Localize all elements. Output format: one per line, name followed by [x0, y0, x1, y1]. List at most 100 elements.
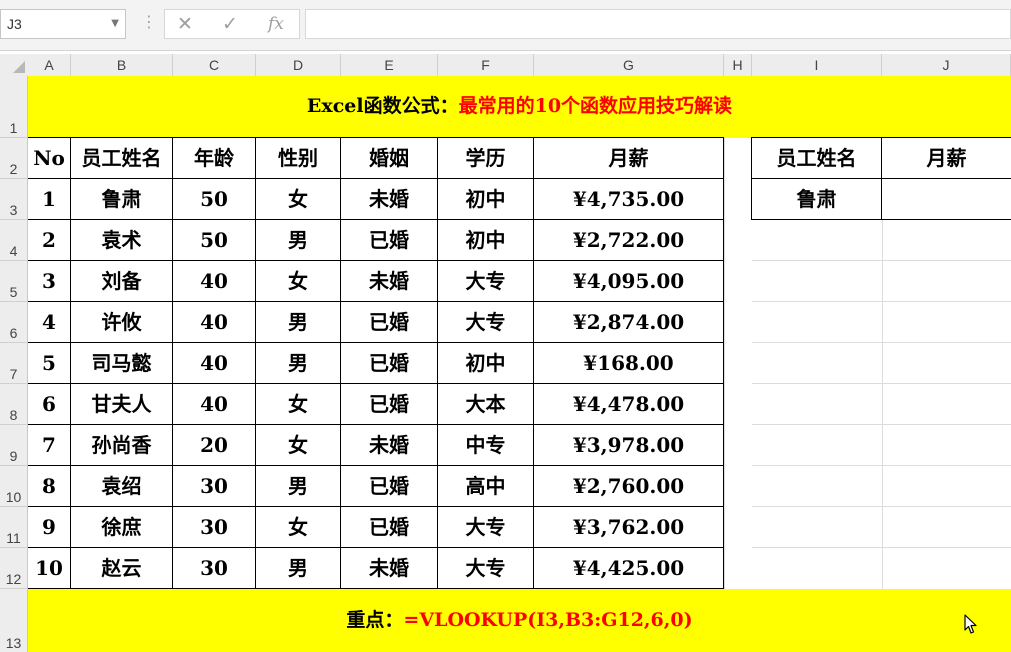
- cell-name[interactable]: 刘备: [71, 261, 172, 302]
- cell-education[interactable]: 大本: [438, 384, 533, 425]
- header-cell-gender[interactable]: 性别: [256, 138, 340, 179]
- name-box[interactable]: J3 ▼: [0, 9, 126, 39]
- cell-no[interactable]: 6: [28, 384, 70, 425]
- cell-marriage[interactable]: 未婚: [341, 425, 437, 466]
- cell-gender[interactable]: 男: [256, 302, 340, 343]
- cell-gender[interactable]: 女: [256, 261, 340, 302]
- cell-age[interactable]: 40: [173, 302, 255, 343]
- row-header-5[interactable]: 5: [0, 261, 27, 302]
- lookup-salary-cell[interactable]: [882, 179, 1011, 220]
- column-header-g[interactable]: G: [534, 54, 724, 76]
- drag-handle-icon[interactable]: ⋮: [141, 13, 157, 31]
- cell-gender[interactable]: 男: [256, 466, 340, 507]
- formula-input[interactable]: [305, 9, 1011, 39]
- cell-education[interactable]: 中专: [438, 425, 533, 466]
- cell-education[interactable]: 初中: [438, 343, 533, 384]
- cell-name[interactable]: 鲁肃: [71, 179, 172, 220]
- cell-gender[interactable]: 女: [256, 425, 340, 466]
- insert-function-icon[interactable]: fx: [268, 13, 284, 35]
- cell-no[interactable]: 2: [28, 220, 70, 261]
- column-header-c[interactable]: C: [173, 54, 256, 76]
- cell-name[interactable]: 许攸: [71, 302, 172, 343]
- header-cell-marriage[interactable]: 婚姻: [341, 138, 437, 179]
- column-header-d[interactable]: D: [256, 54, 341, 76]
- column-header-a[interactable]: A: [28, 54, 71, 76]
- cell-education[interactable]: 初中: [438, 179, 533, 220]
- header-cell-no[interactable]: No: [28, 138, 70, 179]
- cell-salary[interactable]: ¥3,762.00: [534, 507, 723, 548]
- cell-age[interactable]: 40: [173, 261, 255, 302]
- cell-salary[interactable]: ¥3,978.00: [534, 425, 723, 466]
- cell-age[interactable]: 30: [173, 548, 255, 589]
- row-header-9[interactable]: 9: [0, 425, 27, 466]
- cell-marriage[interactable]: 未婚: [341, 179, 437, 220]
- column-header-h[interactable]: H: [724, 54, 752, 76]
- cell-no[interactable]: 3: [28, 261, 70, 302]
- cancel-icon[interactable]: ✕: [177, 13, 193, 35]
- cell-no[interactable]: 1: [28, 179, 70, 220]
- header-cell-age[interactable]: 年龄: [173, 138, 255, 179]
- cell-age[interactable]: 40: [173, 343, 255, 384]
- cell-marriage[interactable]: 已婚: [341, 384, 437, 425]
- chevron-down-icon[interactable]: ▼: [111, 18, 119, 29]
- cell-salary[interactable]: ¥4,478.00: [534, 384, 723, 425]
- enter-icon[interactable]: ✓: [222, 13, 238, 35]
- cell-name[interactable]: 袁术: [71, 220, 172, 261]
- cell-gender[interactable]: 男: [256, 343, 340, 384]
- cell-salary[interactable]: ¥2,874.00: [534, 302, 723, 343]
- cell-gender[interactable]: 女: [256, 384, 340, 425]
- select-all-button[interactable]: [0, 54, 28, 76]
- cell-gender[interactable]: 女: [256, 179, 340, 220]
- cell-salary[interactable]: ¥4,425.00: [534, 548, 723, 589]
- cell-marriage[interactable]: 已婚: [341, 507, 437, 548]
- row-header-13[interactable]: 13: [0, 589, 27, 652]
- lookup-header-name[interactable]: 员工姓名: [752, 138, 881, 179]
- cell-salary[interactable]: ¥4,095.00: [534, 261, 723, 302]
- cell-no[interactable]: 5: [28, 343, 70, 384]
- cell-marriage[interactable]: 未婚: [341, 261, 437, 302]
- cell-education[interactable]: 大专: [438, 507, 533, 548]
- header-cell-name[interactable]: 员工姓名: [71, 138, 172, 179]
- cell-salary[interactable]: ¥2,760.00: [534, 466, 723, 507]
- cell-age[interactable]: 40: [173, 384, 255, 425]
- cell-marriage[interactable]: 已婚: [341, 302, 437, 343]
- cell-age[interactable]: 20: [173, 425, 255, 466]
- cell-name[interactable]: 司马懿: [71, 343, 172, 384]
- cell-no[interactable]: 10: [28, 548, 70, 589]
- cell-age[interactable]: 50: [173, 179, 255, 220]
- row-header-4[interactable]: 4: [0, 220, 27, 261]
- cell-salary[interactable]: ¥2,722.00: [534, 220, 723, 261]
- row-header-1[interactable]: 1: [0, 76, 27, 138]
- cell-no[interactable]: 8: [28, 466, 70, 507]
- row-header-7[interactable]: 7: [0, 343, 27, 384]
- row-header-6[interactable]: 6: [0, 302, 27, 343]
- cell-marriage[interactable]: 未婚: [341, 548, 437, 589]
- cell-name[interactable]: 袁绍: [71, 466, 172, 507]
- lookup-name-cell[interactable]: 鲁肃: [752, 179, 881, 220]
- lookup-header-salary[interactable]: 月薪: [882, 138, 1011, 179]
- cell-age[interactable]: 50: [173, 220, 255, 261]
- cell-name[interactable]: 甘夫人: [71, 384, 172, 425]
- cell-age[interactable]: 30: [173, 507, 255, 548]
- cell-salary[interactable]: ¥168.00: [534, 343, 723, 384]
- cell-no[interactable]: 7: [28, 425, 70, 466]
- cell-gender[interactable]: 女: [256, 507, 340, 548]
- row-header-11[interactable]: 11: [0, 507, 27, 548]
- cell-marriage[interactable]: 已婚: [341, 220, 437, 261]
- row-header-8[interactable]: 8: [0, 384, 27, 425]
- column-header-b[interactable]: B: [71, 54, 173, 76]
- cell-education[interactable]: 高中: [438, 466, 533, 507]
- cell-education[interactable]: 大专: [438, 261, 533, 302]
- cell-name[interactable]: 孙尚香: [71, 425, 172, 466]
- cell-marriage[interactable]: 已婚: [341, 466, 437, 507]
- column-header-e[interactable]: E: [341, 54, 438, 76]
- cell-age[interactable]: 30: [173, 466, 255, 507]
- cell-name[interactable]: 徐庶: [71, 507, 172, 548]
- cell-marriage[interactable]: 已婚: [341, 343, 437, 384]
- cell-education[interactable]: 大专: [438, 302, 533, 343]
- row-header-12[interactable]: 12: [0, 548, 27, 589]
- cell-salary[interactable]: ¥4,735.00: [534, 179, 723, 220]
- row-header-10[interactable]: 10: [0, 466, 27, 507]
- row-header-3[interactable]: 3: [0, 179, 27, 220]
- cell-no[interactable]: 9: [28, 507, 70, 548]
